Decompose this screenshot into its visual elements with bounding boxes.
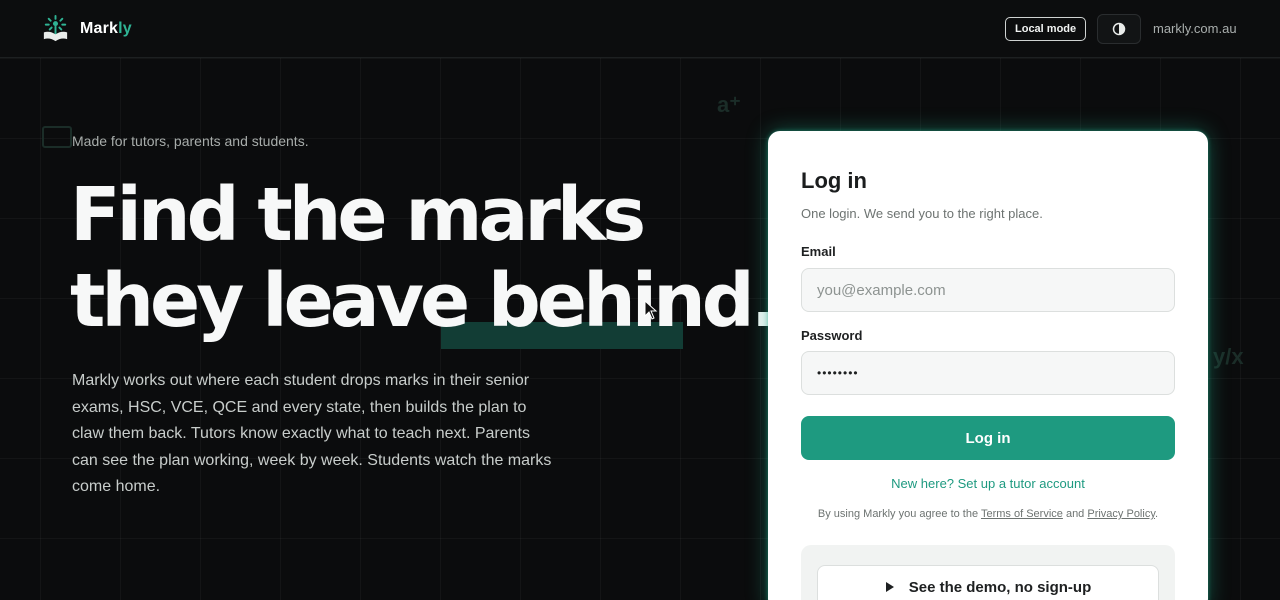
decor-dydx: y/x xyxy=(1213,344,1244,369)
password-label: Password xyxy=(801,328,863,343)
contrast-icon xyxy=(1112,22,1126,36)
hero-title-line2a: they leave xyxy=(70,258,488,344)
email-field[interactable] xyxy=(801,268,1175,312)
terms-notice: By using Markly you agree to the Terms o… xyxy=(817,508,1159,520)
theme-toggle-button[interactable] xyxy=(1097,14,1141,44)
hero-tagline: Made for tutors, parents and students. xyxy=(72,133,309,149)
demo-section: See the demo, no sign-up xyxy=(801,545,1175,600)
mouse-cursor-icon xyxy=(644,300,658,320)
brand[interactable]: Markly xyxy=(40,13,132,44)
decor-aplus: a⁺ xyxy=(717,92,741,117)
demo-button[interactable]: See the demo, no sign-up xyxy=(817,565,1159,600)
tree-book-icon xyxy=(43,14,68,42)
hero-title-line1: Find the marks xyxy=(70,172,646,258)
terms-of-service-link[interactable]: Terms of Service xyxy=(981,508,1063,520)
login-title: Log in xyxy=(801,168,867,193)
hero-title-highlight: behind xyxy=(487,258,755,344)
brand-name: Markly xyxy=(80,19,132,37)
site-link[interactable]: markly.com.au xyxy=(1153,21,1237,36)
top-navbar: Markly Local mode markly.com.au xyxy=(0,0,1280,58)
password-field[interactable] xyxy=(801,351,1175,395)
hero-description: Markly works out where each student drop… xyxy=(72,372,552,495)
play-icon xyxy=(885,582,894,592)
demo-button-label: See the demo, no sign-up xyxy=(908,578,1092,596)
signup-link[interactable]: New here? Set up a tutor account xyxy=(768,476,1208,491)
privacy-policy-link[interactable]: Privacy Policy xyxy=(1087,508,1155,520)
decor-book xyxy=(42,126,72,148)
hero-title: Find the marks they leave behind. xyxy=(70,172,779,344)
login-subtitle: One login. We send you to the right plac… xyxy=(801,206,1043,221)
login-card: Log in One login. We send you to the rig… xyxy=(768,131,1208,600)
email-label: Email xyxy=(801,244,836,259)
local-mode-badge: Local mode xyxy=(1005,17,1087,41)
login-button[interactable]: Log in xyxy=(801,416,1175,460)
